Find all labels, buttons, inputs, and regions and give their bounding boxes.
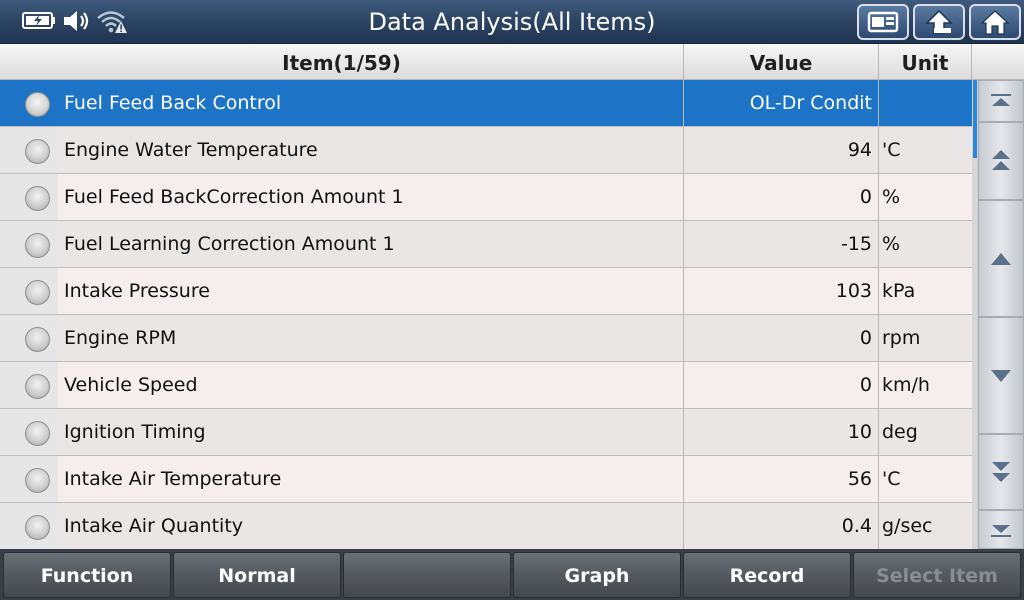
table-row[interactable]: Ignition Timing 10 deg [0,409,972,456]
row-indicator-icon [25,468,50,493]
row-indicator-icon [25,139,50,164]
record-button[interactable]: Record [683,552,851,598]
scroll-up-button[interactable] [978,200,1024,317]
table-header: Item(1/59) Value Unit [0,44,1024,80]
item-value: OL-Dr Condit [749,92,872,114]
row-indicator-icon [25,327,50,352]
item-unit: 'C [882,468,901,490]
column-header-unit: Unit [879,44,972,80]
home-button[interactable] [969,4,1021,40]
item-name: Fuel Feed Back Control [64,92,282,114]
page-down-icon [992,462,1010,482]
bottom-toolbar: Function Normal Graph Record Select Item [0,549,1024,600]
table-body: Fuel Feed Back Control OL-Dr Condit Engi… [0,80,972,550]
table-row[interactable]: Vehicle Speed 0 km/h [0,362,972,409]
function-button[interactable]: Function [3,552,171,598]
item-unit: 'C [882,139,901,161]
home-icon [980,10,1010,35]
item-value: 0 [859,374,872,396]
table-row[interactable]: Intake Air Temperature 56 'C [0,456,972,503]
item-name: Intake Air Quantity [64,515,244,537]
empty-button[interactable] [343,552,511,598]
scroll-top-icon [991,94,1011,106]
item-unit: km/h [882,374,930,396]
item-value: 56 [847,468,872,490]
item-value: -15 [840,233,872,255]
page-up-button[interactable] [978,122,1024,200]
item-unit: % [882,233,901,255]
item-value: 0 [859,327,872,349]
screenshot-button[interactable] [857,4,909,40]
table-row[interactable]: Engine Water Temperature 94 'C [0,127,972,174]
title-bar: Data Analysis(All Items) [0,0,1024,44]
row-indicator-icon [25,280,50,305]
scroll-up-icon [991,252,1011,265]
back-arrow-icon [925,9,953,34]
row-indicator-icon [25,186,50,211]
item-name: Intake Pressure [64,280,210,302]
item-value: 10 [847,421,872,443]
scrollbar-thumb[interactable] [973,80,977,158]
back-button[interactable] [913,4,965,40]
row-indicator-icon [25,515,50,540]
table-row[interactable]: Fuel Learning Correction Amount 1 -15 % [0,221,972,268]
item-unit: % [882,186,901,208]
item-name: Engine Water Temperature [64,139,318,161]
table-row[interactable]: Fuel Feed Back Control OL-Dr Condit [0,80,972,127]
item-unit: rpm [882,327,921,349]
column-header-item: Item(1/59) [0,44,684,80]
row-indicator-icon [25,421,50,446]
item-value: 0.4 [841,515,872,537]
column-header-value: Value [684,44,879,80]
scroll-bottom-button[interactable] [978,510,1024,549]
item-value: 0 [859,186,872,208]
graph-button[interactable]: Graph [513,552,681,598]
table-row[interactable]: Intake Pressure 103 kPa [0,268,972,315]
scroll-down-button[interactable] [978,317,1024,434]
row-indicator-icon [25,374,50,399]
item-unit: kPa [882,280,916,302]
scroll-bottom-icon [991,524,1011,537]
item-unit: g/sec [882,515,933,537]
table-row[interactable]: Engine RPM 0 rpm [0,315,972,362]
item-name: Intake Air Temperature [64,468,282,490]
row-indicator-icon [25,92,50,117]
item-name: Engine RPM [64,327,177,349]
row-indicator-icon [25,233,50,258]
column-header-spacer [972,44,1024,80]
table-row[interactable]: Fuel Feed BackCorrection Amount 1 0 % [0,174,972,221]
item-name: Fuel Feed BackCorrection Amount 1 [64,186,404,208]
select-item-button[interactable]: Select Item [853,552,1021,598]
item-unit: deg [882,421,918,443]
scroll-down-icon [991,369,1011,382]
table-row[interactable]: Intake Air Quantity 0.4 g/sec [0,503,972,550]
scroll-top-button[interactable] [978,80,1024,122]
page-up-icon [992,150,1010,170]
item-name: Fuel Learning Correction Amount 1 [64,233,395,255]
page-down-button[interactable] [978,434,1024,510]
screenshot-icon [867,11,899,33]
normal-button[interactable]: Normal [173,552,341,598]
item-value: 103 [835,280,872,302]
item-name: Vehicle Speed [64,374,198,396]
item-name: Ignition Timing [64,421,206,443]
item-value: 94 [847,139,872,161]
data-table: Item(1/59) Value Unit Fuel Feed Back Con… [0,44,1024,550]
